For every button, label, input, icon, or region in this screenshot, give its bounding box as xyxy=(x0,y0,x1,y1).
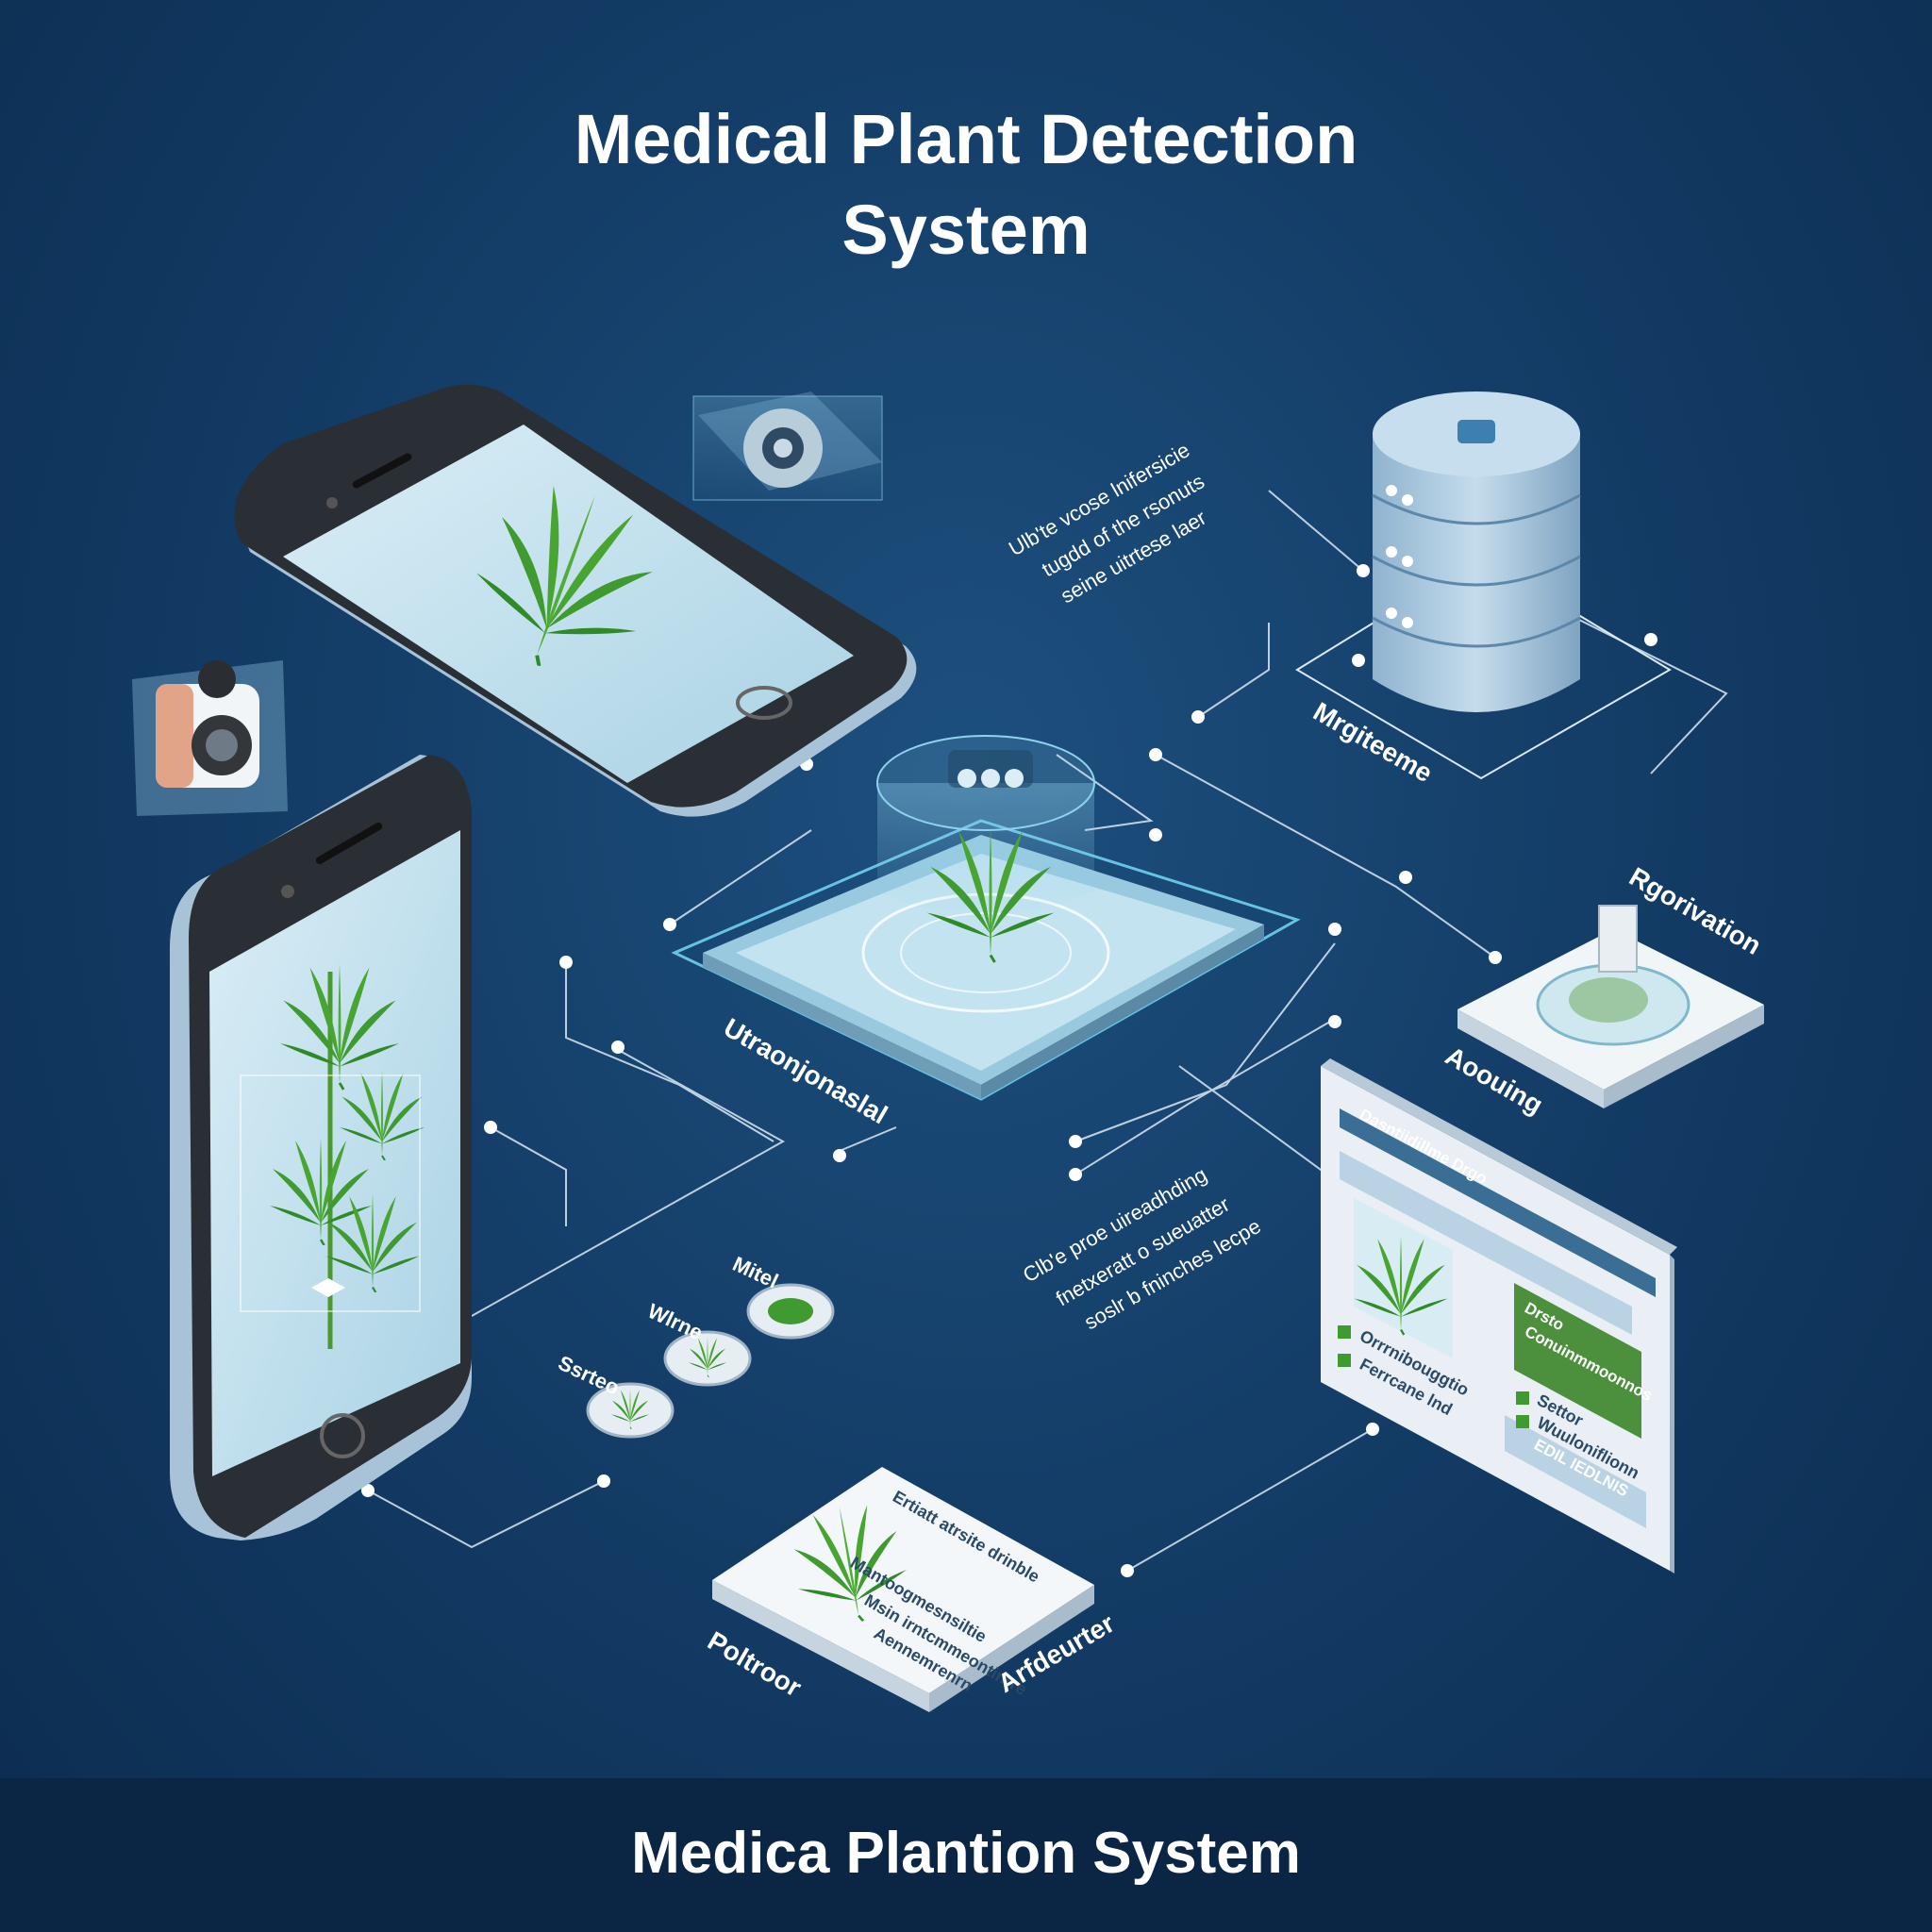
dashboard-panel: Dasntiidillme Drgo Orrrnibouggtio Ferrca… xyxy=(1321,1058,1677,1574)
label-icon-b: Wlrne xyxy=(644,1299,707,1344)
description-middle: Clb'e proe uireadhding fnetxeratt o sueu… xyxy=(1019,1162,1265,1334)
footer-title: Medica Plantion System xyxy=(631,1821,1301,1886)
gear-icon xyxy=(692,391,883,501)
label-icon-c: Mitel xyxy=(729,1252,782,1293)
system-diagram: Dasntiidillme Drgo Orrrnibouggtio Ferrca… xyxy=(132,384,1766,1712)
camera-icon xyxy=(132,660,288,816)
left-phone xyxy=(170,755,472,1541)
plant-icon-discs xyxy=(586,1283,835,1439)
label-icon-a: Ssrteo xyxy=(555,1351,624,1400)
description-top: Ulb'te vcose lnifersicie tugdd of the rs… xyxy=(1005,438,1210,608)
